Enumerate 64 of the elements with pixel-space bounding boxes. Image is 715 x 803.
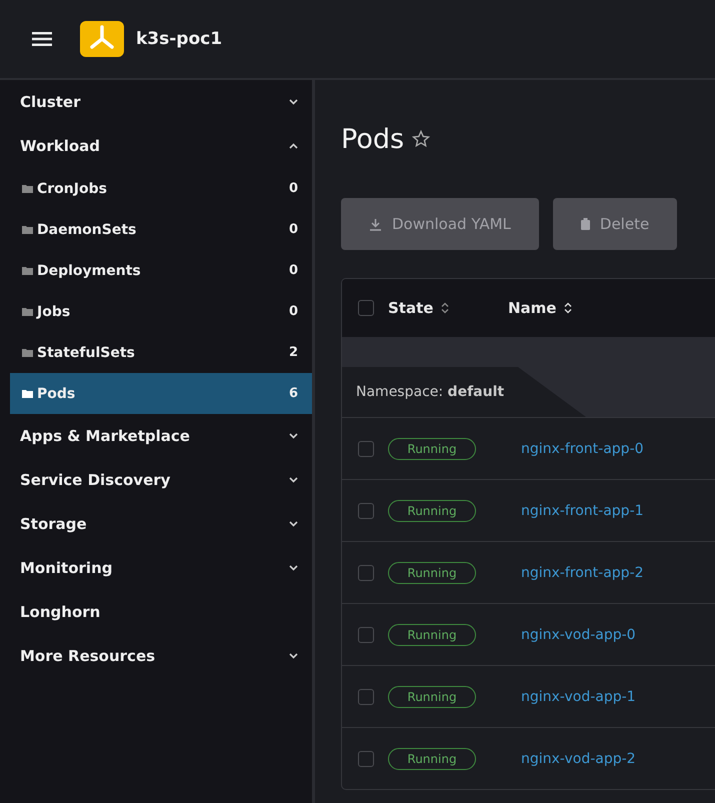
state-badge: Running (388, 748, 476, 770)
nav-group[interactable]: Apps & Marketplace (10, 414, 312, 458)
star-icon[interactable] (412, 130, 430, 148)
folder-icon (22, 226, 33, 234)
pod-name-link[interactable]: nginx-vod-app-1 (521, 688, 636, 704)
folder-icon (22, 390, 33, 398)
row-checkbox[interactable] (358, 564, 374, 580)
state-badge: Running (388, 500, 476, 522)
item-count: 0 (288, 263, 298, 278)
item-count: 0 (288, 304, 298, 319)
nav-group[interactable]: Service Discovery (10, 458, 312, 502)
select-all-checkbox[interactable] (358, 300, 374, 316)
sort-icon (441, 302, 450, 314)
nav-group[interactable]: More Resources (10, 634, 312, 678)
state-badge: Running (388, 686, 476, 708)
column-header[interactable]: Name (508, 299, 572, 317)
chevron-down-icon (289, 433, 298, 439)
namespace-group-label: Namespace: default (356, 384, 504, 400)
pod-name-link[interactable]: nginx-front-app-0 (521, 440, 644, 456)
menu-icon[interactable] (32, 32, 52, 46)
folder-icon (22, 184, 33, 192)
nav-group[interactable]: Monitoring (10, 546, 312, 590)
nav-group[interactable]: Cluster (10, 80, 312, 124)
row-checkbox[interactable] (358, 626, 374, 642)
cluster-name: k3s-poc1 (136, 29, 222, 49)
chevron-down-icon (289, 521, 298, 527)
column-header[interactable]: State (388, 299, 508, 317)
state-badge: Running (388, 562, 476, 584)
chevron-up-icon (289, 143, 298, 149)
state-badge: Running (388, 438, 476, 460)
chevron-down-icon (289, 653, 298, 659)
nav-item[interactable]: CronJobs 0 (10, 168, 312, 209)
folder-icon (22, 308, 33, 316)
nav-group[interactable]: Longhorn (10, 590, 312, 634)
item-count: 2 (288, 345, 298, 360)
sort-icon (564, 302, 572, 314)
nav-item[interactable]: StatefulSets 2 (10, 332, 312, 373)
row-checkbox[interactable] (358, 502, 374, 518)
state-badge: Running (388, 624, 476, 646)
chevron-down-icon (289, 477, 298, 483)
row-checkbox[interactable] (358, 750, 374, 766)
pod-name-link[interactable]: nginx-vod-app-2 (521, 750, 636, 766)
pod-name-link[interactable]: nginx-front-app-2 (521, 564, 644, 580)
folder-icon (22, 266, 33, 274)
chevron-down-icon (289, 565, 298, 571)
cluster-logo-icon (80, 21, 124, 57)
item-count: 6 (288, 386, 298, 401)
item-count: 0 (288, 222, 298, 237)
trash-icon (580, 218, 590, 230)
nav-item[interactable]: Jobs 0 (10, 291, 312, 332)
download-icon (369, 218, 382, 230)
folder-icon (22, 348, 33, 356)
pod-name-link[interactable]: nginx-vod-app-0 (521, 626, 636, 642)
chevron-down-icon (289, 99, 298, 105)
item-count: 0 (288, 181, 298, 196)
nav-item[interactable]: DaemonSets 0 (10, 209, 312, 250)
nav-group[interactable]: Workload (10, 124, 312, 168)
row-checkbox[interactable] (358, 688, 374, 704)
nav-group[interactable]: Storage (10, 502, 312, 546)
nav-item[interactable]: Deployments 0 (10, 250, 312, 291)
pod-name-link[interactable]: nginx-front-app-1 (521, 502, 644, 518)
row-checkbox[interactable] (358, 440, 374, 456)
nav-item[interactable]: Pods 6 (10, 373, 312, 414)
page-title: Pods (341, 124, 404, 154)
